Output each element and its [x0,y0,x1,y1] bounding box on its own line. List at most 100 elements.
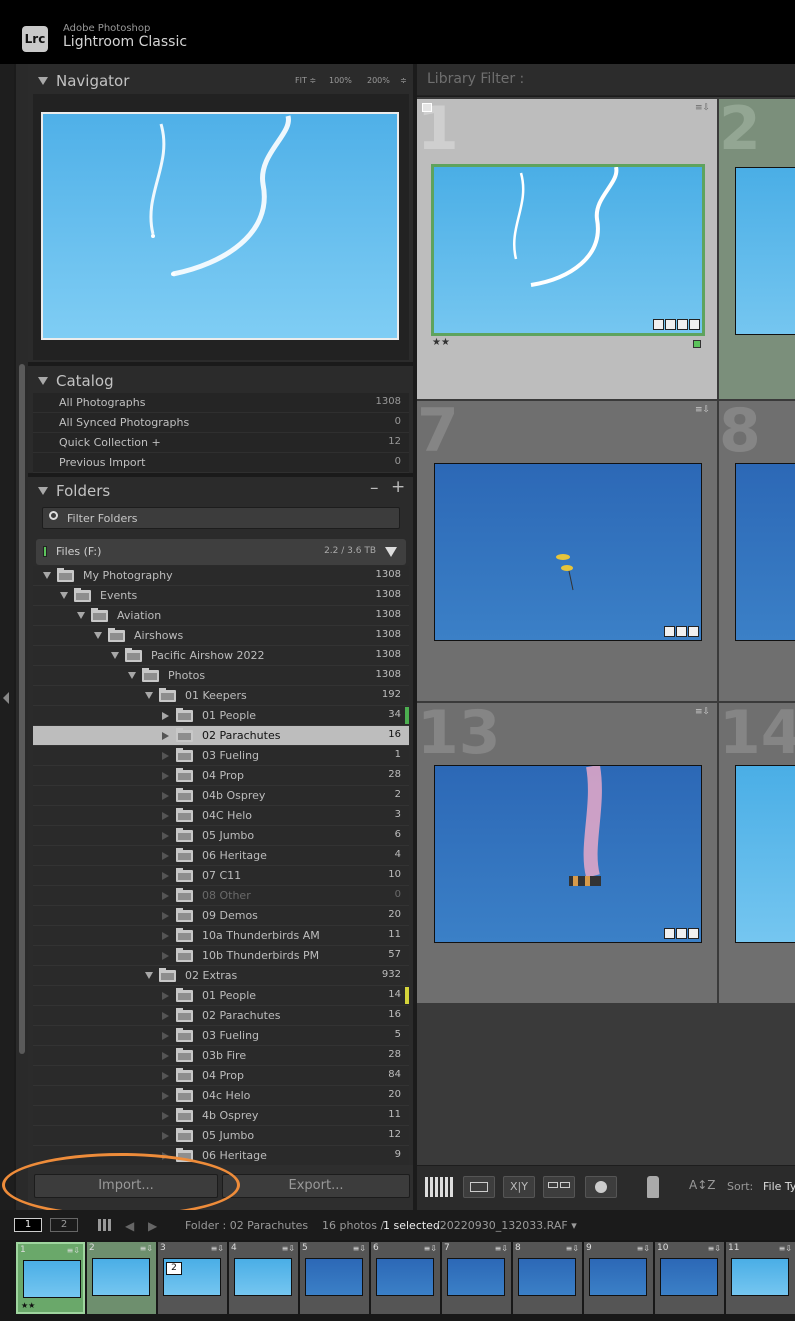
navigator-header[interactable]: Navigator FIT ≑ 100% 200% ≑ [28,66,413,94]
folder-row[interactable]: 04b Osprey 2 [33,786,409,806]
color-label-icon[interactable] [693,340,701,348]
library-filter-bar[interactable]: Library Filter : [417,64,795,96]
survey-view-button[interactable] [543,1176,575,1198]
photo-thumbnail[interactable] [735,167,795,335]
sort-select[interactable]: File Ty [763,1180,795,1193]
collapse-triangle-icon[interactable] [162,1132,169,1140]
grid-cell[interactable]: 13 ≡⇩ [417,703,717,1003]
stack-count-badge[interactable]: 2 [166,1262,182,1275]
grid-cell[interactable]: 14 [719,703,795,1003]
expand-triangle-icon[interactable] [128,672,136,679]
catalog-item[interactable]: All Synced Photographs 0 [33,413,409,433]
filmstrip-cell[interactable]: 8 ≡⇩ [513,1242,582,1314]
selected-filename[interactable]: /20220930_132033.RAF ▾ [436,1219,577,1232]
grid-cell[interactable]: 7 ≡⇩ [417,401,717,701]
folder-row[interactable]: 04 Prop 28 [33,766,409,786]
collapse-triangle-icon[interactable] [162,1032,169,1040]
expand-triangle-icon[interactable] [60,592,68,599]
collapse-triangle-icon[interactable] [38,487,48,495]
collapse-left-arrow-icon[interactable] [3,692,9,704]
photo-thumbnail[interactable] [434,463,702,641]
photo-thumbnail[interactable] [735,463,795,641]
filmstrip-cell[interactable]: 3 ≡⇩ 2 [158,1242,227,1314]
folder-row[interactable]: 05 Jumbo 12 [33,1126,409,1146]
sort-direction-icon[interactable]: A↕Z [689,1178,715,1192]
collapse-triangle-icon[interactable] [162,852,169,860]
filmstrip-thumbnail[interactable] [660,1258,718,1296]
collapse-triangle-icon[interactable] [162,992,169,1000]
badge-icon[interactable]: ≡⇩ [140,1244,153,1253]
drive-header[interactable]: Files (F:) 2.2 / 3.6 TB [36,539,406,565]
filmstrip-cell[interactable]: 9 ≡⇩ [584,1242,653,1314]
filmstrip-cell[interactable]: 6 ≡⇩ [371,1242,440,1314]
filmstrip-thumbnail[interactable] [589,1258,647,1296]
folder-row[interactable]: 10a Thunderbirds AM 11 [33,926,409,946]
collapse-triangle-icon[interactable] [162,872,169,880]
catalog-item[interactable]: All Photographs 1308 [33,393,409,413]
collapse-triangle-icon[interactable] [162,832,169,840]
folder-row[interactable]: Airshows 1308 [33,626,409,646]
scroll-thumb[interactable] [19,364,25,1054]
folder-row[interactable]: 01 People 34 [33,706,409,726]
grid-cell[interactable]: 2 [719,99,795,399]
remove-folder-button[interactable]: – [370,478,379,498]
screen-1-button[interactable]: 1 [14,1218,42,1232]
zoom-200[interactable]: 200% [367,76,390,85]
grid-view-icon[interactable] [425,1177,455,1197]
folder-row[interactable]: 04c Helo 20 [33,1086,409,1106]
badge-icon[interactable]: ≡⇩ [708,1244,721,1253]
zoom-more[interactable]: ≑ [400,76,407,85]
folder-row[interactable]: 06 Heritage 4 [33,846,409,866]
star-rating[interactable]: ★★ [21,1301,35,1310]
folder-row[interactable]: Events 1308 [33,586,409,606]
badge-icon[interactable]: ≡⇩ [495,1244,508,1253]
collapse-triangle-icon[interactable] [38,377,48,385]
badge-icon[interactable]: ≡⇩ [695,103,711,113]
collapse-triangle-icon[interactable] [162,892,169,900]
collapse-triangle-icon[interactable] [162,1052,169,1060]
filmstrip-cell[interactable]: 7 ≡⇩ [442,1242,511,1314]
folder-row[interactable]: 02 Extras 932 [33,966,409,986]
painter-spray-icon[interactable] [647,1176,659,1198]
badge-icon[interactable]: ≡⇩ [424,1244,437,1253]
collapse-triangle-icon[interactable] [162,1072,169,1080]
folder-row[interactable]: 02 Parachutes 16 [33,726,409,746]
collapse-triangle-icon[interactable] [162,952,169,960]
forward-arrow-icon[interactable]: ▶ [148,1219,157,1233]
export-button[interactable]: Export... [222,1174,410,1198]
badge-icon[interactable]: ≡⇩ [353,1244,366,1253]
folder-row[interactable]: 01 Keepers 192 [33,686,409,706]
add-folder-button[interactable]: + [391,477,405,497]
folder-row[interactable]: 07 C11 10 [33,866,409,886]
folder-row[interactable]: 03 Fueling 1 [33,746,409,766]
folders-header[interactable]: Folders – + [28,476,413,504]
compare-view-button[interactable]: X|Y [503,1176,535,1198]
drive-menu-icon[interactable] [385,547,397,557]
filmstrip-cell[interactable]: 4 ≡⇩ [229,1242,298,1314]
expand-triangle-icon[interactable] [43,572,51,579]
photo-thumbnail[interactable] [735,765,795,943]
grid-cell[interactable]: 1 ≡⇩ ★★ [417,99,717,399]
back-arrow-icon[interactable]: ◀ [125,1219,134,1233]
filter-folders-input[interactable]: Filter Folders [42,507,400,529]
collapse-triangle-icon[interactable] [162,752,169,760]
folder-row[interactable]: Photos 1308 [33,666,409,686]
badge-icon[interactable]: ≡⇩ [282,1244,295,1253]
expand-triangle-icon[interactable] [111,652,119,659]
badge-icon[interactable]: ≡⇩ [779,1244,792,1253]
collapse-triangle-icon[interactable] [162,932,169,940]
filmstrip-thumbnail[interactable] [305,1258,363,1296]
filmstrip-cell[interactable]: 2 ≡⇩ [87,1242,156,1314]
expand-triangle-icon[interactable] [94,632,102,639]
badge-icon[interactable]: ≡⇩ [67,1246,80,1255]
folder-row[interactable]: 03b Fire 28 [33,1046,409,1066]
expand-triangle-icon[interactable] [145,692,153,699]
grid-icon[interactable] [98,1219,112,1231]
catalog-header[interactable]: Catalog [28,366,413,394]
collapse-triangle-icon[interactable] [38,77,48,85]
folder-row[interactable]: 02 Parachutes 16 [33,1006,409,1026]
collapse-triangle-icon[interactable] [162,1092,169,1100]
loupe-view-button[interactable] [463,1176,495,1198]
photo-thumbnail[interactable] [431,164,705,336]
filmstrip-cell[interactable]: 5 ≡⇩ [300,1242,369,1314]
